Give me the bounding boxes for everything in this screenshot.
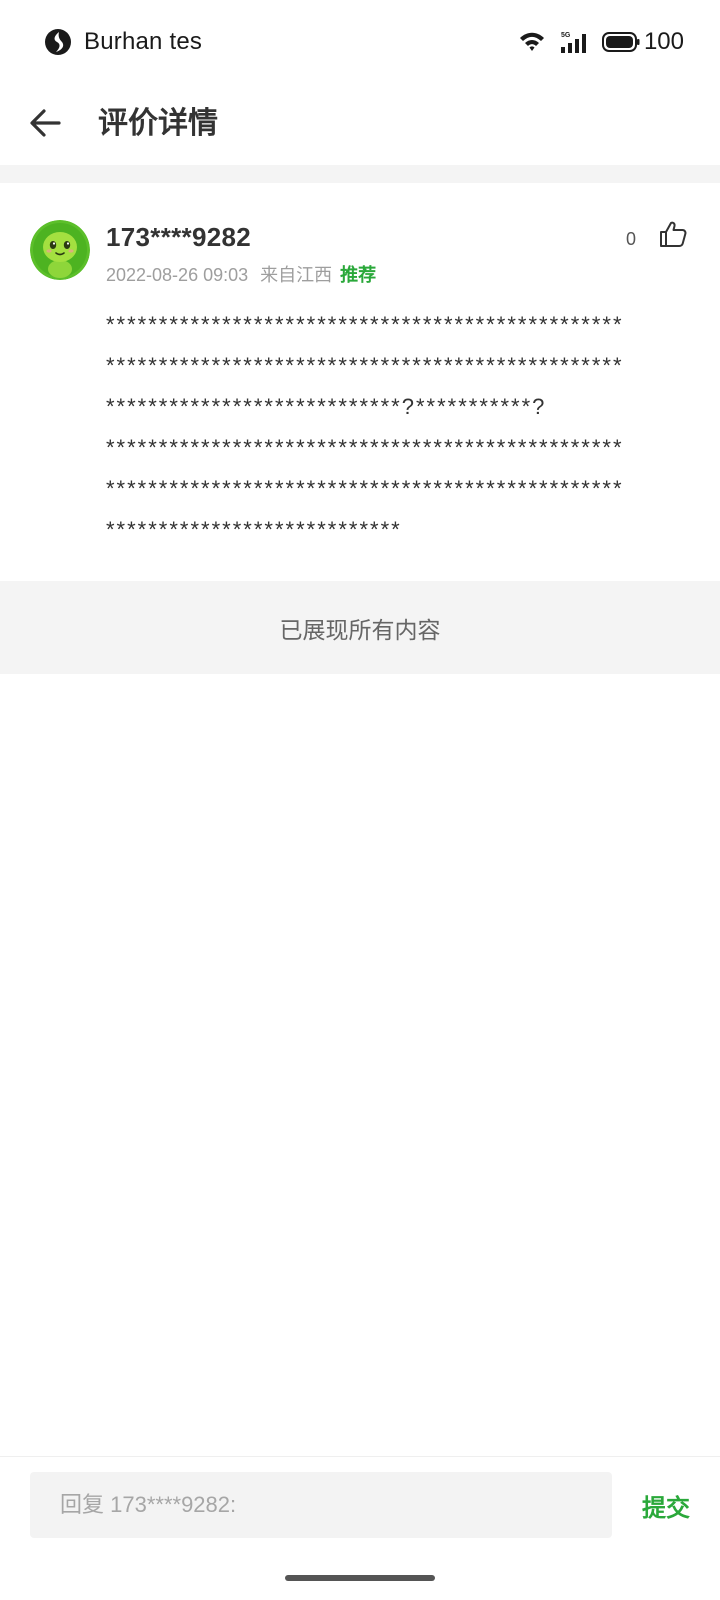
review-text-line: ****************************************… [106,312,624,337]
review-card: 173****9282 2022-08-26 09:03 来自江西 推荐 0 *… [0,183,720,578]
review-datetime: 2022-08-26 09:03 [106,265,249,285]
review-detail-screen: Burhan tes 5G 100 评价详情 173****9282 2022-… [0,0,720,1600]
like-button[interactable] [656,217,690,251]
app-header: 评价详情 [0,84,720,164]
review-username: 173****9282 [106,222,251,252]
review-text-line: **************************** [106,517,402,542]
avatar[interactable] [30,220,90,280]
review-text-line: ****************************************… [106,476,624,501]
status-right: 5G 100 [518,26,684,58]
arrow-left-icon [30,109,61,137]
back-button[interactable] [22,100,68,146]
review-text-line: ****************************************… [106,353,624,378]
network-badge: 5G [561,32,571,39]
reply-bar: 提交 [0,1456,720,1600]
recommend-badge: 推荐 [340,265,377,285]
status-left: Burhan tes [44,26,202,58]
battery-icon [601,32,640,52]
thumbs-up-icon [660,221,687,247]
review-text-line: ****************************?***********… [106,394,547,419]
home-indicator[interactable] [285,1575,435,1581]
review-meta: 2022-08-26 09:03 来自江西 推荐 [106,262,376,288]
review-location: 来自江西 [260,265,333,285]
page-title: 评价详情 [98,107,218,140]
reply-input[interactable] [30,1472,612,1538]
like-count: 0 [625,229,636,249]
battery-percent: 100 [643,28,684,55]
cellular-signal-icon: 5G [560,32,586,53]
status-bar: Burhan tes 5G 100 [0,0,720,84]
review-content: **************************** ************… [106,304,690,550]
wifi-icon [519,32,544,51]
submit-button[interactable]: 提交 [642,1472,690,1538]
app-indicator-icon [45,29,71,55]
review-text-line: ****************************************… [106,435,624,460]
section-divider [0,165,720,183]
carrier-text: Burhan tes [84,28,203,55]
all-content-shown-notice: 已展现所有内容 [0,581,720,674]
